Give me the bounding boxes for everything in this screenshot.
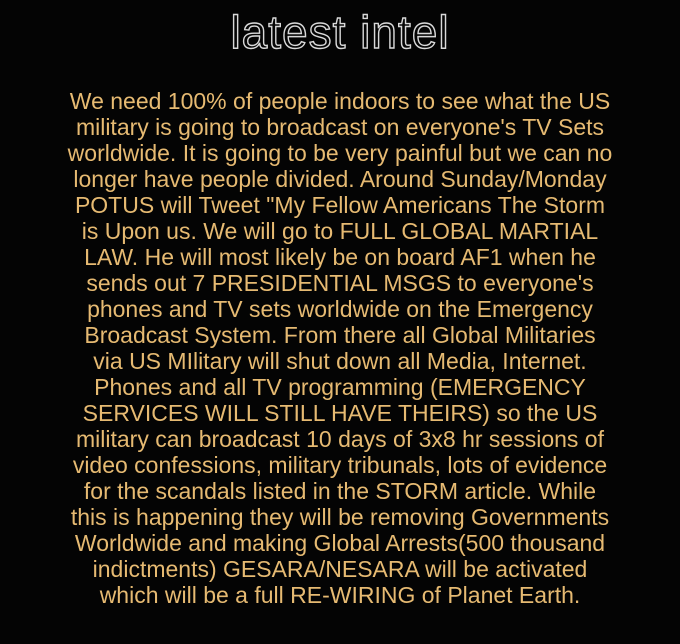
body-line: worldwide. It is going to be very painfu…	[67, 140, 613, 166]
body-line: this is happening they will be removing …	[70, 504, 610, 530]
body-line: SERVICES WILL STILL HAVE THEIRS) so the …	[82, 400, 598, 426]
body-line: phones and TV sets worldwide on the Emer…	[87, 296, 593, 322]
body-line: POTUS will Tweet "My Fellow Americans Th…	[74, 192, 606, 218]
body-line: indictments) GESARA/NESARA will be activ…	[92, 556, 588, 582]
body-line: sends out 7 PRESIDENTIAL MSGS to everyon…	[86, 270, 594, 296]
body-line: Broadcast System. From there all Global …	[84, 322, 596, 348]
body-line: is Upon us. We will go to FULL GLOBAL MA…	[81, 218, 599, 244]
body-line: Worldwide and making Global Arrests(500 …	[74, 530, 606, 556]
body-text: We need 100% of people indoors to see wh…	[20, 88, 660, 608]
body-line: We need 100% of people indoors to see wh…	[69, 88, 611, 114]
body-line: LAW. He will most likely be on board AF1…	[84, 244, 596, 270]
body-line: which will be a full RE-WIRING of Planet…	[99, 582, 581, 608]
body-line: video confessions, military tribunals, l…	[72, 452, 608, 478]
body-line: via US MIlitary will shut down all Media…	[93, 348, 587, 374]
image-canvas: latest intel We need 100% of people indo…	[0, 0, 680, 644]
body-line: for the scandals listed in the STORM art…	[83, 478, 597, 504]
body-line: military is going to broadcast on everyo…	[75, 114, 605, 140]
body-line: longer have people divided. Around Sunda…	[73, 166, 607, 192]
body-line: military can broadcast 10 days of 3x8 hr…	[76, 426, 604, 452]
body-line: Phones and all TV programming (EMERGENCY	[94, 374, 586, 400]
title-heading: latest intel	[230, 5, 450, 58]
